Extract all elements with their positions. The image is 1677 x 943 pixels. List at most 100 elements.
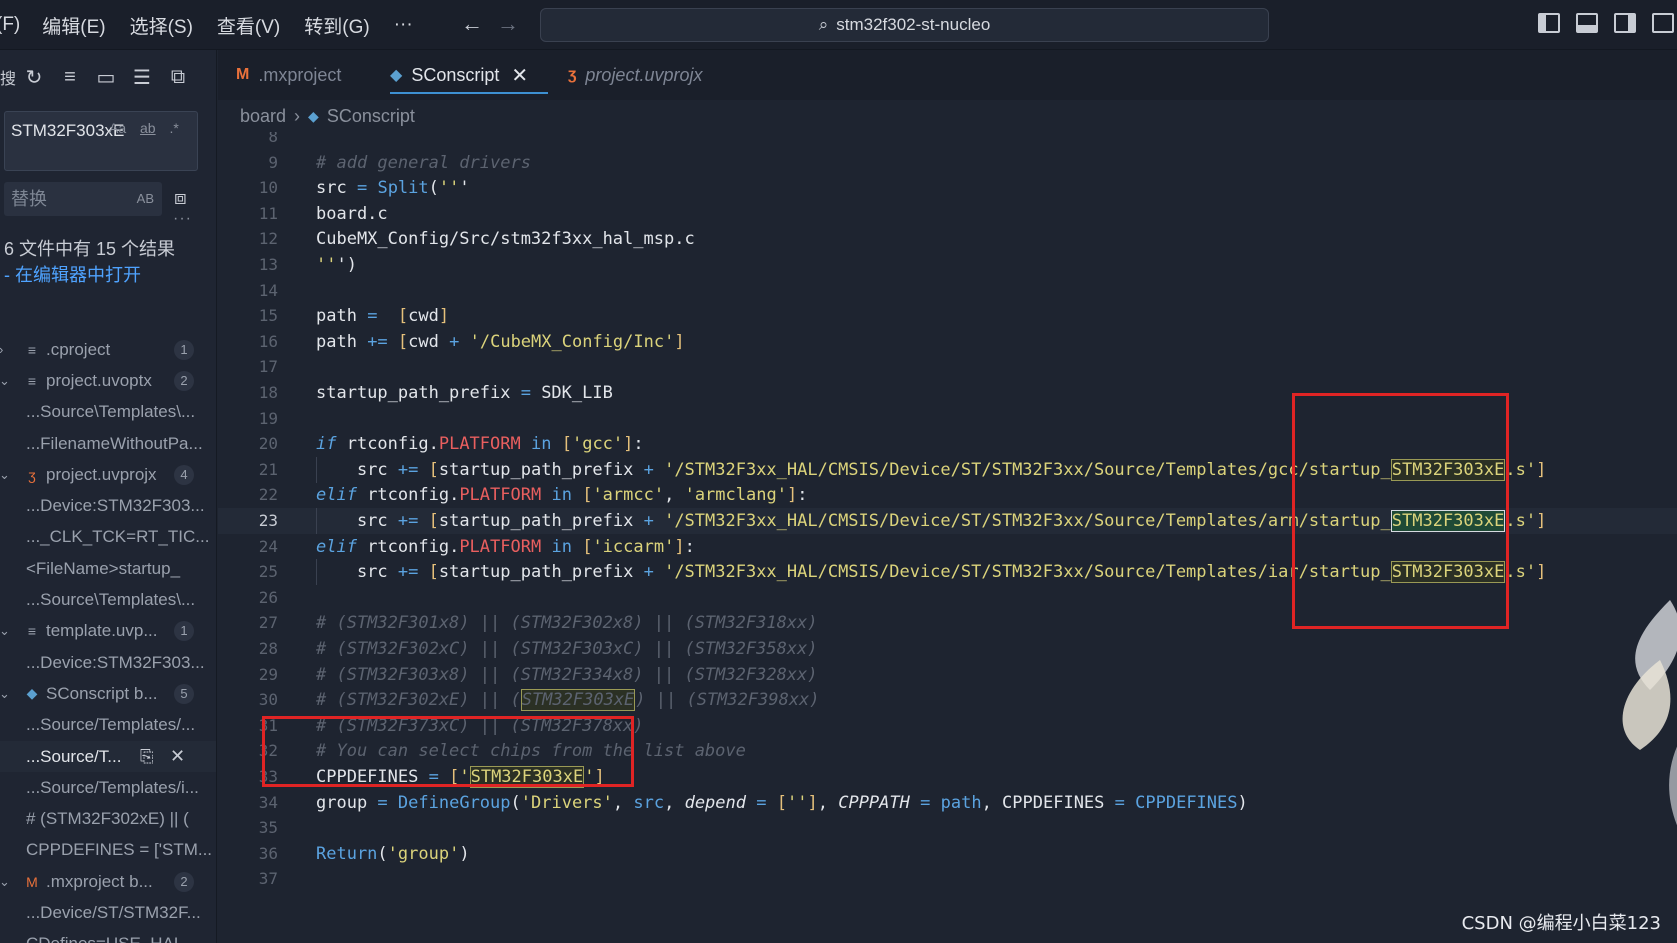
code-line[interactable]: 36 Return('group') [218,841,1677,867]
code-line[interactable]: 29 # (STM32F303x8) || (STM32F334x8) || (S… [218,662,1677,688]
search-result-match[interactable]: ...Source\Templates\... [0,584,216,615]
menu-item[interactable]: 选择(S) [130,12,193,39]
search-result-file[interactable]: ⌄ ≡ project.uvoptx 2 [0,365,216,396]
search-result-match[interactable]: ..._CLK_TCK=RT_TIC... [0,522,216,553]
toggle-panel-icon[interactable] [1576,13,1598,33]
menu-item[interactable]: ··· [394,14,413,36]
search-result-match[interactable]: ...Device:STM32F303... [0,490,216,521]
annotation-box-startup [1292,393,1509,629]
line-number: 36 [258,843,278,863]
code-line[interactable]: 8 [218,132,1677,150]
find-input[interactable]: STM32F303xE Aa ab .* [4,111,198,171]
collapse-all-icon[interactable]: ⧉ [160,66,196,89]
search-sidebar: 搜 ↻ ≡ ▭ ☰ ⧉ STM32F303xE Aa ab .* AB ⧈ ··… [0,50,217,943]
clear-results-icon[interactable]: ≡ [52,66,88,89]
search-result-file[interactable]: ⌄ ≡ template.uvp... 1 [0,616,216,647]
chevron-icon[interactable]: ⌄ [0,373,10,389]
file-name: SConscript b... [46,683,158,703]
chevron-icon[interactable]: ⌄ [0,467,10,483]
code-text: elif rtconfig.PLATFORM in ['armcc', 'arm… [316,485,808,506]
breadcrumb-file[interactable]: SConscript [327,106,415,127]
chevron-icon[interactable]: ⌄ [0,623,10,639]
replace-all-icon[interactable]: ⧈ [174,187,187,210]
code-line[interactable]: 10 src = Split(''' [218,175,1677,201]
open-in-editor-link[interactable]: - 在编辑器中打开 [4,262,214,288]
search-result-match[interactable]: ...Source/Templates/i... [0,772,216,803]
close-icon[interactable]: ✕ [511,63,528,88]
match-text: ...Device:STM32F303... [26,652,205,672]
preserve-case-toggle[interactable]: AB [137,191,154,206]
search-result-match[interactable]: ...Source/Templates/... [0,710,216,741]
code-line[interactable]: 28 # (STM32F302xC) || (STM32F303xC) || (S… [218,636,1677,662]
code-text: board.c [316,203,388,224]
chevron-icon[interactable]: ⌄ [0,874,10,890]
breadcrumb-folder[interactable]: board [240,106,286,127]
tab-project-uvprojx[interactable]: ʒ project.uvprojx [568,50,702,100]
search-result-match[interactable]: ...FilenameWithoutPa... [0,428,216,459]
search-result-match[interactable]: <FileName>startup_ [0,553,216,584]
tab-mxproject[interactable]: M .mxproject [236,50,341,100]
dismiss-icon[interactable]: ✕ [170,746,185,767]
forward-arrow-icon[interactable]: → [494,10,522,38]
code-line[interactable]: 11 board.c [218,201,1677,227]
replace-field[interactable]: AB [4,182,162,216]
search-result-match[interactable]: ...Source\Templates\... [0,397,216,428]
code-line[interactable]: 34 group = DefineGroup('Drivers', src, de… [218,790,1677,816]
match-whole-word-toggle[interactable]: ab [140,120,156,136]
search-result-file[interactable]: › ≡ .cproject 1 [0,334,216,365]
line-number: 23 [258,511,278,530]
menu-item[interactable]: 编辑(E) [42,12,105,39]
replace-icon[interactable]: ⎘ [140,747,154,767]
search-result-file[interactable]: ⌄ ◆ SConscript b... 5 [0,678,216,709]
chevron-icon[interactable]: ⌄ [0,686,10,702]
watermark: CSDN @编程小白菜123 [1461,913,1661,934]
toggle-search-details[interactable]: ··· [173,210,192,228]
chevron-icon[interactable]: › [0,342,3,357]
code-line[interactable]: 30 # (STM32F302xE) || (STM32F303xE) || (S… [218,687,1677,713]
code-line[interactable]: 15 path = [cwd] [218,303,1677,329]
menu-item[interactable]: (F) [0,14,20,36]
code-line[interactable]: 37 [218,866,1677,892]
search-result-match[interactable]: CPPDEFINES = ['STM... [0,835,216,866]
code-text: # add general drivers [316,152,531,173]
line-number: 21 [258,459,278,479]
menu-item[interactable]: 查看(V) [217,12,280,39]
code-line[interactable]: 13 ''') [218,252,1677,278]
search-result-match[interactable]: ...Device/ST/STM32F... [0,897,216,928]
code-line[interactable]: 35 [218,815,1677,841]
new-search-editor-icon[interactable]: ▭ [88,65,124,90]
code-line[interactable]: 12 CubeMX_Config/Src/stm32f3xx_hal_msp.c [218,226,1677,252]
code-line[interactable]: 16 path += [cwd + '/CubeMX_Config/Inc'] [218,329,1677,355]
tab-sconscript[interactable]: ◆ SConscript ✕ [390,50,548,100]
code-text: path += [cwd + '/CubeMX_Config/Inc'] [316,331,685,352]
find-input-value: STM32F303xE [11,121,125,140]
refresh-icon[interactable]: ↻ [16,65,52,90]
search-result-match[interactable]: ...Source/T... ⎘ ✕ [0,740,216,773]
line-number: 10 [258,178,278,198]
customize-layout-icon[interactable] [1652,13,1674,33]
menu-item[interactable]: 转到(G) [304,12,369,39]
code-line[interactable]: 14 [218,278,1677,304]
toggle-secondary-sidebar-icon[interactable] [1614,13,1636,33]
command-center[interactable]: ⌕ stm32f302-st-nucleo [540,8,1269,42]
line-number: 13 [258,255,278,274]
code-line[interactable]: 17 [218,354,1677,380]
file-name: project.uvprojx [46,464,157,484]
replace-input[interactable] [4,182,124,216]
view-as-tree-icon[interactable]: ☰ [124,65,160,90]
code-text: ''') [316,255,357,275]
match-case-toggle[interactable]: Aa [109,120,126,136]
search-result-match[interactable]: # (STM32F302xE) || ( [0,803,216,834]
match-text: ...Source\Templates\... [26,402,196,422]
search-result-match[interactable]: ...Device:STM32F303... [0,647,216,678]
code-line[interactable]: 9 # add general drivers [218,150,1677,176]
result-summary: 6 文件中有 15 个结果 - 在编辑器中打开 [4,236,214,288]
use-regex-toggle[interactable]: .* [169,120,178,136]
line-number: 20 [258,434,278,454]
toggle-primary-sidebar-icon[interactable] [1538,13,1560,33]
search-result-file[interactable]: ⌄ M .mxproject b... 2 [0,866,216,897]
search-result-match[interactable]: CDefines=USE_HAL_... [0,929,216,943]
search-result-file[interactable]: ⌄ ʒ project.uvprojx 4 [0,459,216,490]
back-arrow-icon[interactable]: ← [458,10,486,38]
match-text: <FileName>startup_ [26,558,181,578]
